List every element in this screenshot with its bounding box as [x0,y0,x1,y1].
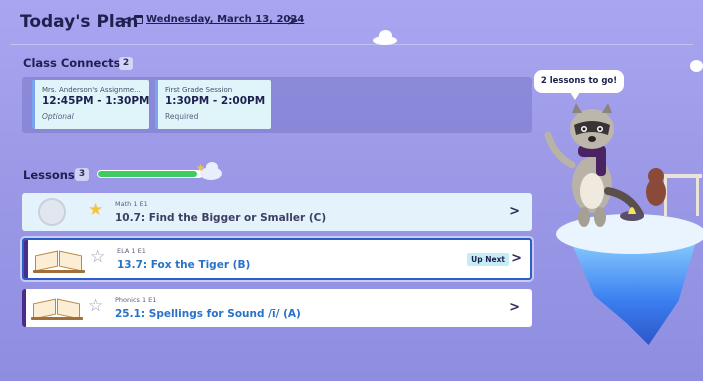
session-status: Required [165,112,199,121]
star-outline-icon: ☆ [88,296,104,316]
class-connects-count-badge: 2 [119,57,133,70]
star-filled-icon: ★ [88,200,104,220]
lesson-name: 25.1: Spellings for Sound /ī/ (A) [115,308,301,320]
next-day-button[interactable]: > [287,13,299,29]
lesson-row[interactable]: ☆ Phonics 1 E1 25.1: Spellings for Sound… [22,289,532,327]
cloud-decoration [206,162,218,172]
lessons-progress-bar [97,170,203,178]
lesson-subject: Math 1 E1 [115,200,148,208]
top-bar: Today's Plan < Wednesday, March 13, 2024… [0,0,703,42]
book-thumbnail-icon [30,292,84,324]
header-divider [10,44,693,45]
chevron-right-icon: > [509,204,520,219]
lesson-name: 13.7: Fox the Tiger (B) [117,259,251,271]
session-name: First Grade Session [165,86,233,94]
class-connect-card[interactable]: Mrs. Anderson's Assignme... 12:45PM - 1:… [32,80,150,129]
campsite-illustration [620,168,702,221]
lesson-accent-bar [24,240,28,278]
lessons-progress-fill [98,171,197,177]
lesson-name: 10.7: Find the Bigger or Smaller (C) [115,212,327,224]
session-time: 12:45PM - 1:30PM [42,95,150,107]
progress-star-icon: ★ [196,163,205,174]
lesson-accent-bar [22,289,26,327]
lessons-count-badge: 3 [75,168,89,181]
session-name: Mrs. Anderson's Assignme... [42,86,141,94]
lesson-subject: Phonics 1 E1 [115,296,157,304]
chevron-right-icon: > [511,251,522,266]
class-connect-card[interactable]: First Grade Session 1:30PM - 2:00PM Requ… [155,80,271,129]
date-picker-link[interactable]: Wednesday, March 13, 2024 [146,14,304,25]
mascot-speech-bubble: 2 lessons to go! [534,70,624,93]
lesson-row[interactable]: ☆ ELA 1 E1 13.7: Fox the Tiger (B) Up Ne… [22,238,532,280]
previous-day-button[interactable]: < [120,13,132,29]
book-thumbnail-icon [32,243,86,275]
session-status: Optional [42,112,74,121]
star-outline-icon: ☆ [90,247,106,267]
up-next-badge: Up Next [467,253,509,266]
lesson-subject: ELA 1 E1 [117,247,146,255]
chevron-right-icon: > [509,300,520,315]
session-time: 1:30PM - 2:00PM [165,95,266,107]
cloud-decoration [379,30,392,41]
lessons-heading: Lessons [23,168,75,182]
clock-thumbnail-icon [38,198,66,226]
calendar-icon [134,15,143,24]
cloud-decoration [690,60,703,72]
lesson-row[interactable]: ★ Math 1 E1 10.7: Find the Bigger or Sma… [22,193,532,231]
class-connects-heading: Class Connects [23,56,121,70]
